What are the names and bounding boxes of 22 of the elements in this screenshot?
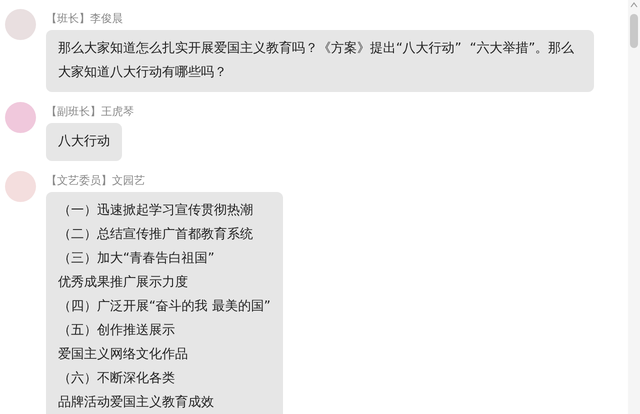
message-text: （二）总结宣传推广首都教育系统 — [58, 226, 254, 244]
scrollbar-thumb[interactable] — [630, 14, 638, 48]
message-text: （一）迅速掀起学习宣传贯彻热潮 — [58, 202, 254, 220]
message-text: （五）创作推送展示 — [58, 322, 176, 340]
scrollbar[interactable] — [628, 0, 640, 414]
sender-role: 【副班长】 — [46, 104, 101, 120]
sender-name: 李俊晨 — [90, 11, 123, 27]
sender-role: 【文艺委员】 — [46, 173, 112, 189]
sender-name: 文园艺 — [112, 173, 145, 189]
avatar — [5, 102, 36, 133]
sender-role: 【班长】 — [46, 11, 90, 27]
sender-name: 王虎琴 — [101, 104, 134, 120]
message-text: （六）不断深化各类 — [58, 370, 176, 388]
message-text: （四）广泛开展“奋斗的我 最美的国” — [58, 298, 271, 316]
avatar — [5, 171, 36, 202]
avatar — [5, 9, 36, 40]
message-text: 那么大家知道怎么扎实开展爱国主义教育吗？《方案》提出“八大行动” “六大举措”。那么大家知道八大行动有哪些吗？ — [58, 40, 576, 82]
message-text: 优秀成果推广展示力度 — [58, 274, 189, 292]
message-text: 爱国主义网络文化作品 — [58, 346, 189, 364]
message-text: （三）加大“青春告白祖国” — [58, 250, 216, 268]
message-text: 八大行动 — [58, 133, 110, 151]
message-text: 品牌活动爱国主义教育成效 — [58, 394, 215, 412]
